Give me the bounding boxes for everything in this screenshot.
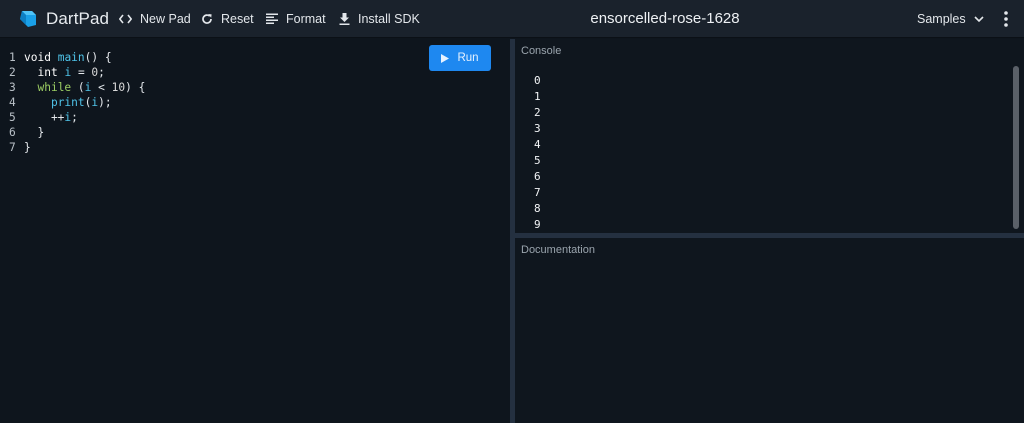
chevron-down-icon: [974, 15, 984, 22]
code-line[interactable]: 7}: [0, 140, 145, 155]
code-editor[interactable]: 1 void main() {2 int i = 0; 3 while (i < 1…: [0, 39, 510, 423]
code-text[interactable]: void main() {: [20, 50, 112, 65]
console-line: 0: [534, 74, 541, 87]
new-pad-label: New Pad: [140, 11, 191, 26]
code-line[interactable]: 2 int i = 0;: [0, 65, 145, 80]
run-button[interactable]: Run: [429, 45, 491, 71]
refresh-icon: [202, 13, 212, 24]
console-title: Console: [521, 45, 562, 57]
line-number: 6: [9, 126, 16, 139]
code-text[interactable]: }: [20, 140, 31, 155]
console-line: 5: [534, 154, 541, 167]
console-line: 4: [534, 138, 541, 151]
console-line: 8: [534, 202, 541, 215]
format-align-icon: [266, 13, 278, 24]
line-number: 2: [9, 66, 16, 79]
line-number: 3: [9, 81, 16, 94]
code-line[interactable]: 3 while (i < 10) {: [0, 80, 145, 95]
console-panel: Console 0 1 2 3 4 5 6 7 8 9: [515, 39, 1024, 233]
console-line: 6: [534, 170, 541, 183]
console-line: 7: [534, 186, 541, 199]
code-text[interactable]: int i = 0;: [20, 65, 104, 80]
code-text[interactable]: ++i;: [20, 110, 78, 125]
console-line: 3: [534, 122, 541, 135]
app-header: DartPad New Pad Reset Format Install SDK: [0, 0, 1024, 38]
download-icon: [339, 12, 350, 25]
documentation-panel: Documentation: [515, 238, 1024, 423]
documentation-title: Documentation: [521, 244, 595, 256]
code-lines[interactable]: 1 void main() {2 int i = 0; 3 while (i < 1…: [0, 50, 145, 155]
code-line[interactable]: 5 ++i;: [0, 110, 145, 125]
line-number: 1: [9, 51, 16, 64]
pad-title[interactable]: ensorcelled-rose-1628: [590, 10, 739, 27]
code-text[interactable]: while (i < 10) {: [20, 80, 145, 95]
samples-label: Samples: [917, 12, 966, 26]
console-line: 2: [534, 106, 541, 119]
format-button[interactable]: Format: [266, 0, 326, 38]
samples-dropdown[interactable]: Samples: [917, 0, 984, 38]
console-output: 0 1 2 3 4 5 6 7 8 9: [534, 73, 541, 233]
play-icon: [441, 53, 450, 63]
console-scrollbar[interactable]: [1013, 66, 1019, 229]
line-number: 5: [9, 111, 16, 124]
run-label: Run: [457, 52, 479, 64]
code-text[interactable]: print(i);: [20, 95, 112, 110]
more-vert-icon[interactable]: [998, 10, 1014, 28]
code-line[interactable]: 1 void main() {: [0, 50, 145, 65]
install-sdk-button[interactable]: Install SDK: [339, 0, 420, 38]
code-line[interactable]: 6 }: [0, 125, 145, 140]
app-name: DartPad: [46, 8, 110, 28]
dart-logo-icon: [20, 10, 36, 27]
line-number: 7: [9, 141, 16, 154]
code-brackets-icon: [119, 14, 132, 23]
format-label: Format: [286, 11, 326, 26]
install-sdk-label: Install SDK: [358, 11, 420, 26]
line-number: 4: [9, 96, 16, 109]
new-pad-button[interactable]: New Pad: [119, 0, 191, 38]
code-text[interactable]: }: [20, 125, 44, 140]
dartpad-logo[interactable]: DartPad: [18, 0, 109, 38]
reset-label: Reset: [221, 11, 254, 26]
console-line: 1: [534, 90, 541, 103]
reset-button[interactable]: Reset: [201, 0, 254, 38]
console-line: 9: [534, 218, 541, 231]
code-line[interactable]: 4 print(i);: [0, 95, 145, 110]
